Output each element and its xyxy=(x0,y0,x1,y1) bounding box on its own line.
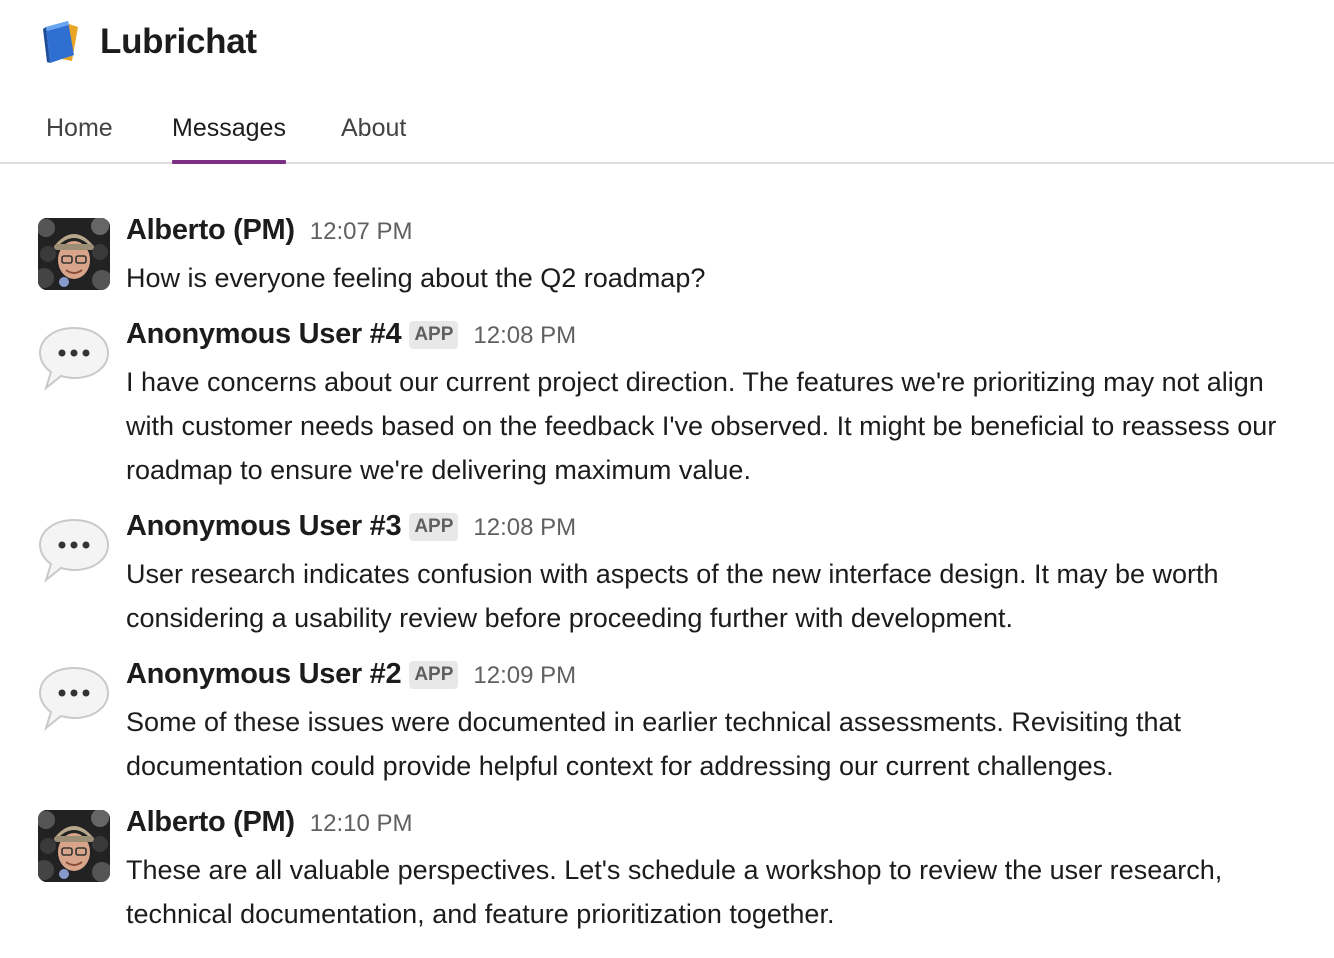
speech-bubble-avatar[interactable] xyxy=(38,514,110,586)
message-text: Some of these issues were documented in … xyxy=(126,707,1182,781)
blue-book-icon xyxy=(43,21,78,63)
timestamp[interactable]: 12:09 PM xyxy=(473,662,576,690)
message-header: Anonymous User #3 APP 12:08 PM xyxy=(126,510,576,544)
tab-home[interactable]: Home xyxy=(46,100,113,162)
timestamp[interactable]: 12:08 PM xyxy=(473,514,576,542)
timestamp[interactable]: 12:08 PM xyxy=(473,322,576,350)
timestamp[interactable]: 12:10 PM xyxy=(310,810,413,838)
message-text: How is everyone feeling about the Q2 roa… xyxy=(126,263,706,293)
message-text: These are all valuable perspectives. Let… xyxy=(126,855,1223,929)
tab-about[interactable]: About xyxy=(341,100,406,162)
author-name[interactable]: Anonymous User #2 xyxy=(126,658,402,691)
user-photo-avatar[interactable] xyxy=(38,218,110,290)
app-title: Lubrichat xyxy=(100,22,257,61)
app-header: Lubrichat xyxy=(38,18,257,66)
author-name[interactable]: Alberto (PM) xyxy=(126,806,295,839)
message-header: Anonymous User #2 APP 12:09 PM xyxy=(126,658,576,692)
author-name[interactable]: Alberto (PM) xyxy=(126,214,295,247)
message-text: I have concerns about our current projec… xyxy=(126,367,1277,485)
tab-bar: Home Messages About xyxy=(0,100,1334,164)
tab-messages[interactable]: Messages xyxy=(172,100,286,164)
user-photo-avatar[interactable] xyxy=(38,810,110,882)
author-name[interactable]: Anonymous User #4 xyxy=(126,318,402,351)
message-header: Anonymous User #4 APP 12:08 PM xyxy=(126,318,576,352)
app-badge: APP xyxy=(409,513,459,541)
timestamp[interactable]: 12:07 PM xyxy=(310,218,413,246)
message-header: Alberto (PM) 12:07 PM xyxy=(126,214,413,247)
app-badge: APP xyxy=(409,321,459,349)
app-badge: APP xyxy=(409,661,459,689)
speech-bubble-avatar[interactable] xyxy=(38,322,110,394)
author-name[interactable]: Anonymous User #3 xyxy=(126,510,402,543)
speech-bubble-avatar[interactable] xyxy=(38,662,110,734)
message-header: Alberto (PM) 12:10 PM xyxy=(126,806,413,839)
message-text: User research indicates confusion with a… xyxy=(126,559,1219,633)
